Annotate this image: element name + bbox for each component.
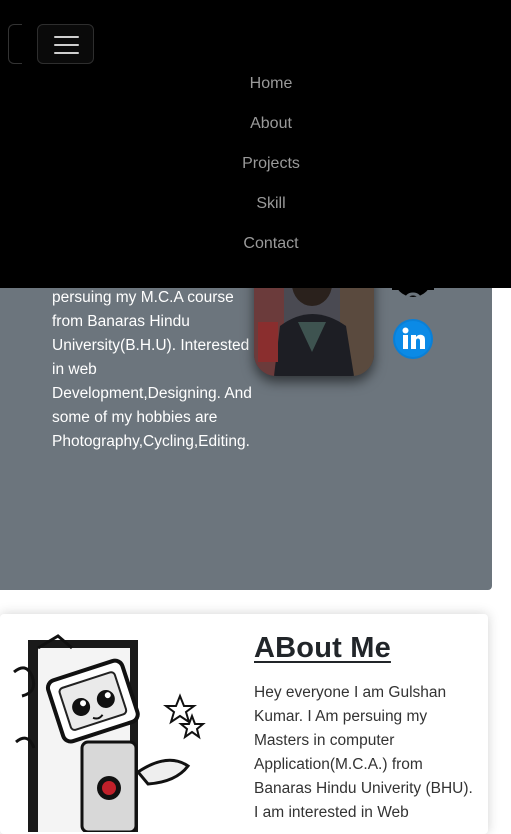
hamburger-icon-bar bbox=[54, 52, 79, 54]
hamburger-icon-bar bbox=[54, 44, 79, 46]
hamburger-icon bbox=[54, 36, 79, 38]
nav-link-projects[interactable]: Projects bbox=[0, 144, 511, 184]
linkedin-icon bbox=[393, 319, 433, 359]
robot-illustration bbox=[13, 634, 206, 832]
nav-link-skill[interactable]: Skill bbox=[0, 184, 511, 224]
nav-menu: Home About Projects Skill Contact bbox=[0, 64, 511, 264]
about-title: ABout Me bbox=[254, 632, 391, 664]
navbar-brand-edge[interactable] bbox=[8, 24, 22, 64]
about-card: ABout Me Hey everyone I am Gulshan Kumar… bbox=[0, 614, 488, 834]
linkedin-link[interactable] bbox=[392, 318, 434, 360]
nav-link-home[interactable]: Home bbox=[0, 64, 511, 104]
hero-bio: persuing my M.C.A course from Banaras Hi… bbox=[52, 289, 252, 450]
nav-link-contact[interactable]: Contact bbox=[0, 224, 511, 264]
navbar: Home About Projects Skill Contact bbox=[0, 0, 511, 288]
nav-link-about[interactable]: About bbox=[0, 104, 511, 144]
navbar-toggler-button[interactable] bbox=[37, 24, 94, 64]
about-text: Hey everyone I am Gulshan Kumar. I Am pe… bbox=[254, 684, 473, 821]
